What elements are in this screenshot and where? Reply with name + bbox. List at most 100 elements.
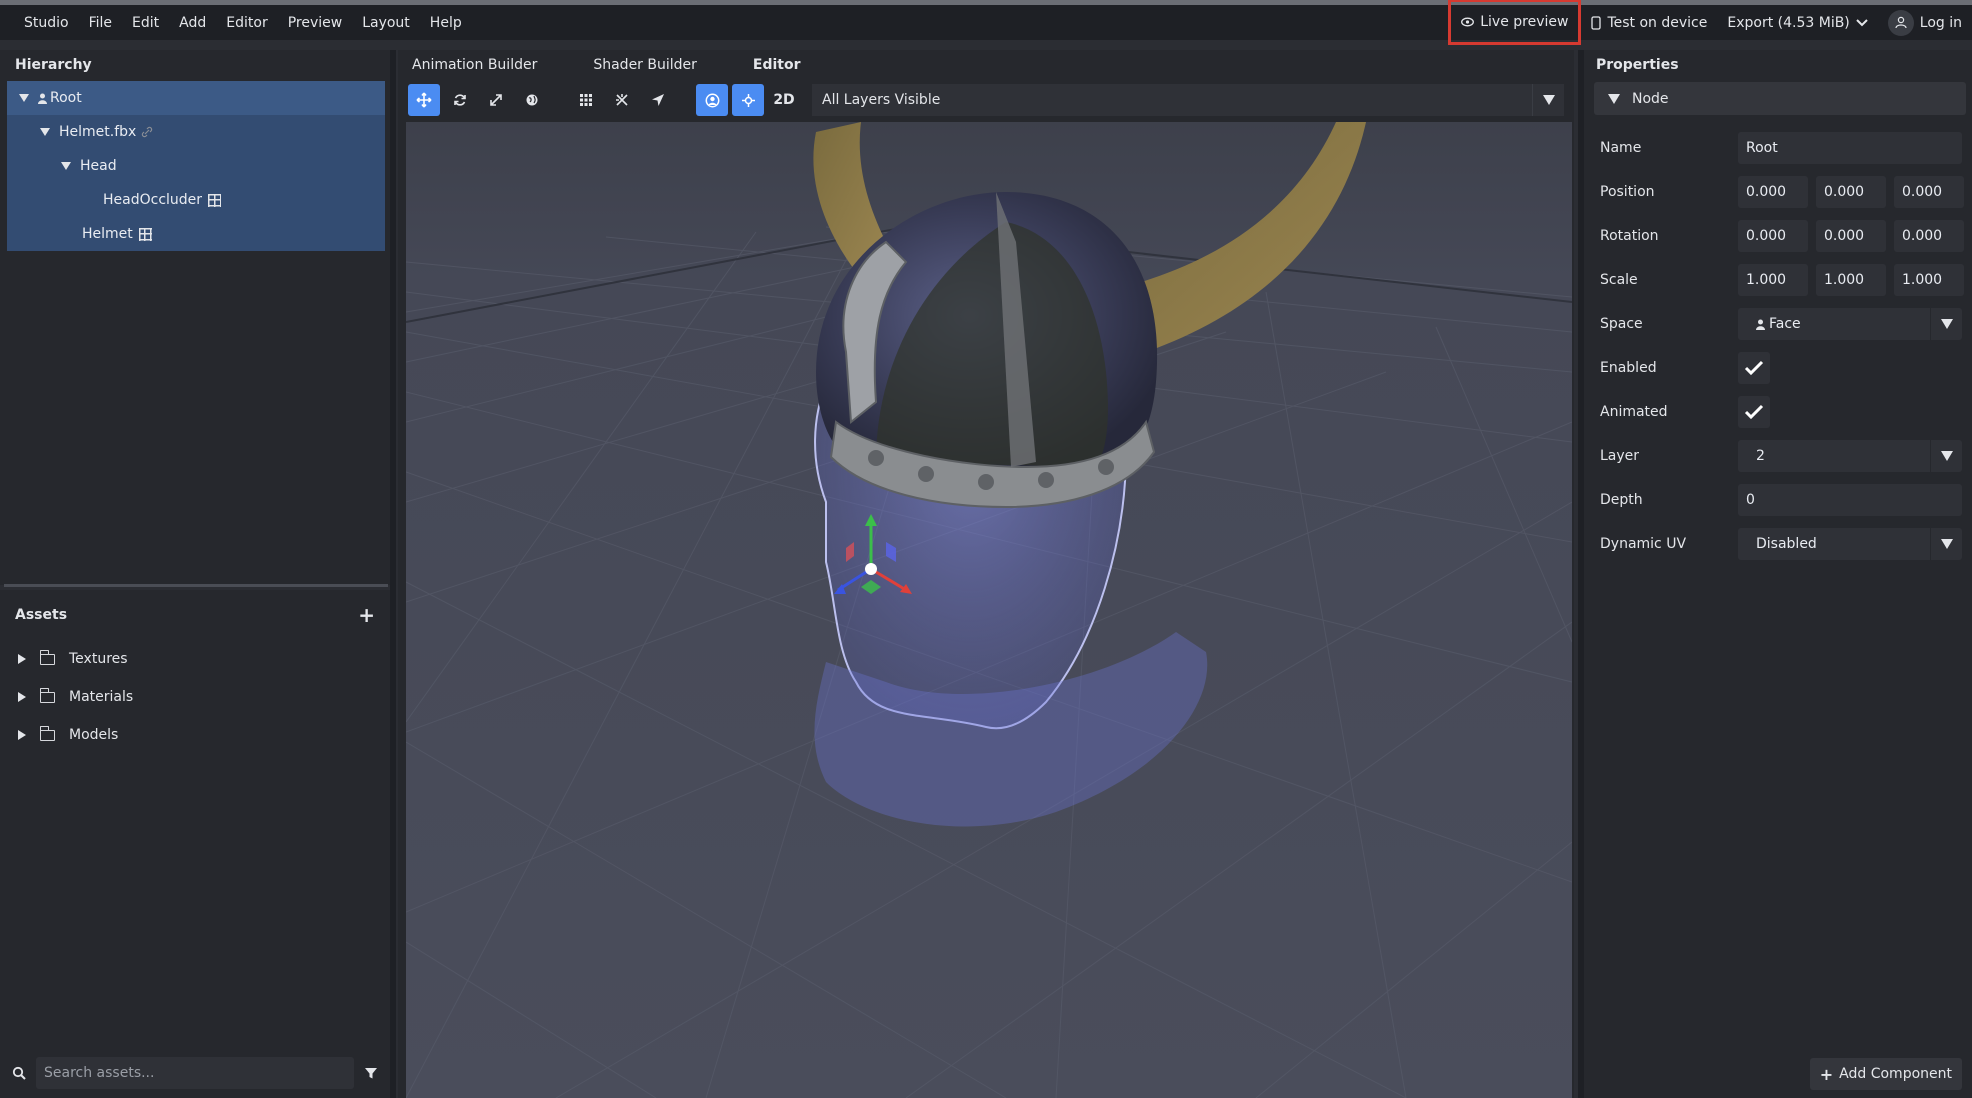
tree-item-helmet[interactable]: Helmet [7,217,385,251]
menu-editor[interactable]: Editor [216,15,277,31]
position-x-field[interactable]: 0.000 [1738,176,1808,208]
left-splitter[interactable] [390,50,396,1098]
main-menu: Studio File Edit Add Editor Preview Layo… [0,15,472,31]
properties-title: Properties [1596,57,1679,73]
depth-field[interactable]: 0 [1738,484,1962,516]
grid-toggle-button[interactable] [570,84,602,116]
animated-checkbox[interactable] [1738,396,1770,428]
prop-row-depth: Depth 0 [1584,478,1972,522]
filter-icon[interactable] [364,1066,378,1080]
tree-item-head[interactable]: Head [7,149,385,183]
crosshair-button[interactable] [732,84,764,116]
rotate-icon [454,94,466,106]
expand-toggle-icon[interactable] [19,94,29,102]
folder-label: Materials [69,689,134,705]
tab-editor[interactable]: Editor [753,57,829,73]
tree-item-root[interactable]: Root [7,81,385,115]
scene-viewport[interactable] [406,122,1572,1098]
prop-label: Name [1600,140,1642,156]
face-tracking-button[interactable] [696,84,728,116]
export-button[interactable]: Export (4.53 MiB) [1717,6,1877,39]
live-preview-button[interactable]: Live preview [1448,0,1582,45]
scale-z-field[interactable]: 1.000 [1894,264,1964,296]
export-label: Export (4.53 MiB) [1727,14,1850,31]
prop-label: Enabled [1600,360,1657,376]
checkmark-icon [1744,360,1764,376]
node-section-label: Node [1632,90,1669,107]
mesh-icon [138,227,152,241]
scale-icon [490,94,502,106]
login-button[interactable]: Log in [1878,6,1972,39]
tree-item-head-occluder[interactable]: HeadOccluder [7,183,385,217]
asset-folder-models[interactable]: Models [0,716,390,754]
globe-icon [526,94,538,106]
world-space-button[interactable] [516,84,548,116]
asset-folder-textures[interactable]: Textures [0,640,390,678]
live-preview-label: Live preview [1480,13,1569,30]
prop-label: Animated [1600,404,1668,420]
menu-help[interactable]: Help [420,15,472,31]
expand-toggle-icon[interactable] [18,730,26,740]
navigate-button[interactable] [642,84,674,116]
space-select[interactable]: Face [1738,308,1962,340]
menu-file[interactable]: File [79,15,122,31]
tree-item-label: HeadOccluder [103,192,203,208]
menu-edit[interactable]: Edit [122,15,169,31]
dropdown-caret-icon [1930,440,1962,472]
search-input[interactable] [44,1065,354,1081]
tab-animation-builder[interactable]: Animation Builder [412,57,593,73]
scale-tool-button[interactable] [480,84,512,116]
menu-preview[interactable]: Preview [278,15,353,31]
snap-toggle-button[interactable] [606,84,638,116]
expand-toggle-icon[interactable] [40,128,50,136]
rotate-tool-button[interactable] [444,84,476,116]
login-label: Log in [1919,14,1962,31]
expand-toggle-icon[interactable] [61,162,71,170]
tree-item-label: Head [80,158,117,174]
rotation-y-field[interactable]: 0.000 [1816,220,1886,252]
editor-panel: Animation Builder Shader Builder Editor [398,50,1574,1098]
scale-x-field[interactable]: 1.000 [1738,264,1808,296]
add-component-button[interactable]: + Add Component [1809,1058,1962,1090]
node-properties: Name Root Position 0.000 0.000 0.000 Rot… [1584,126,1972,566]
move-tool-button[interactable] [408,84,440,116]
add-asset-button[interactable]: + [358,603,375,627]
expand-toggle-icon[interactable] [18,692,26,702]
menu-add[interactable]: Add [169,15,216,31]
menu-actions: Live preview Test on device Export (4.53… [1448,0,1972,45]
rotation-z-field[interactable]: 0.000 [1894,220,1964,252]
dynamic-uv-select[interactable]: Disabled [1738,528,1962,560]
prop-row-dynamic-uv: Dynamic UV Disabled [1584,522,1972,566]
chevron-down-icon [1856,18,1868,26]
position-y-field[interactable]: 0.000 [1816,176,1886,208]
collapse-toggle-icon[interactable] [1608,93,1620,104]
space-value-label: Face [1769,316,1801,332]
scale-y-field[interactable]: 1.000 [1816,264,1886,296]
name-field[interactable]: Root [1738,132,1962,164]
asset-folder-materials[interactable]: Materials [0,678,390,716]
test-on-device-button[interactable]: Test on device [1581,6,1717,39]
enabled-checkbox[interactable] [1738,352,1770,384]
space-select-value: Face [1746,316,1801,332]
menu-bar: Studio File Edit Add Editor Preview Layo… [0,0,1972,45]
mode-2d-button[interactable]: 2D [768,84,800,116]
layer-select[interactable]: 2 [1738,440,1962,472]
menu-layout[interactable]: Layout [352,15,420,31]
position-z-field[interactable]: 0.000 [1894,176,1964,208]
expand-toggle-icon[interactable] [18,654,26,664]
asset-search-field [36,1057,354,1089]
layer-visibility-select[interactable]: All Layers Visible [812,84,1564,116]
prop-row-position: Position 0.000 0.000 0.000 [1584,170,1972,214]
prop-label: Rotation [1600,228,1659,244]
tree-item-helmet-fbx[interactable]: Helmet.fbx [7,115,385,149]
hierarchy-title: Hierarchy [15,57,92,73]
prop-row-animated: Animated [1584,390,1972,434]
assets-header: Assets + [0,590,390,640]
menu-studio[interactable]: Studio [14,15,79,31]
tab-shader-builder[interactable]: Shader Builder [593,57,753,73]
rotation-x-field[interactable]: 0.000 [1738,220,1808,252]
node-section-header[interactable]: Node [1594,82,1966,115]
properties-panel: Properties Node Name Root Position 0.000… [1584,50,1972,1098]
panel-resize-handle[interactable] [4,584,388,587]
person-icon [1756,319,1765,330]
